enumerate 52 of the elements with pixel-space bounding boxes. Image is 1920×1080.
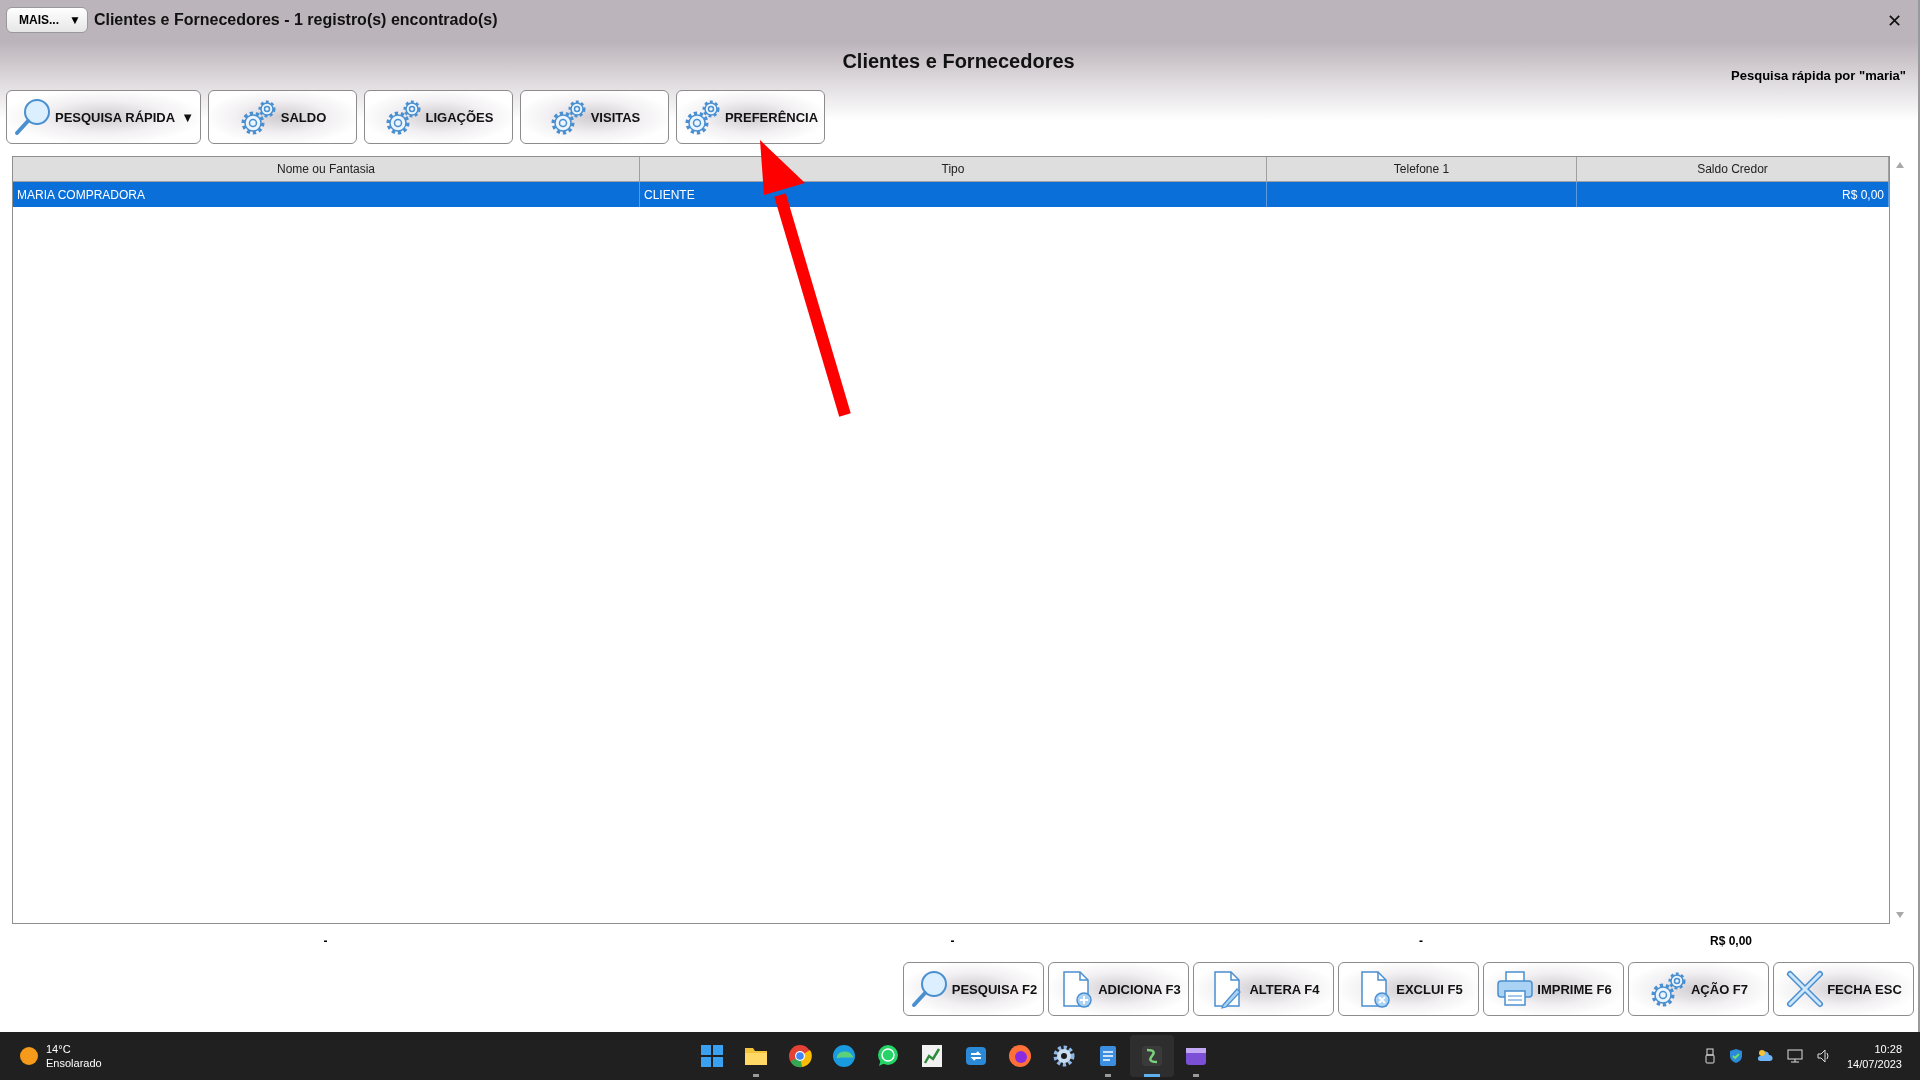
cloud-icon[interactable]	[1756, 1049, 1773, 1063]
browser-icon	[788, 1044, 812, 1068]
table-cell[interactable]: CLIENTE	[640, 182, 1267, 207]
column-header[interactable]: Saldo Credor	[1577, 157, 1889, 182]
search-icon	[13, 97, 53, 137]
windows-start-icon	[700, 1044, 724, 1068]
remote-desktop-icon	[964, 1044, 988, 1068]
column-header[interactable]: Nome ou Fantasia	[13, 157, 640, 182]
table-cell[interactable]: MARIA COMPRADORA	[13, 182, 640, 207]
table-cell[interactable]	[1267, 182, 1577, 207]
clock-time[interactable]: 10:28	[1874, 1042, 1902, 1055]
toolbar-button[interactable]: VISITAS	[520, 90, 669, 144]
table-cell[interactable]: R$ 0,00	[1577, 182, 1889, 207]
action-button[interactable]: AÇÃO F7	[1628, 962, 1769, 1016]
column-total: -	[950, 934, 955, 948]
toolbar-button[interactable]: PREFERÊNCIA	[676, 90, 825, 144]
temperature[interactable]: 14°C	[46, 1043, 102, 1055]
column-total: -	[1419, 934, 1423, 948]
settings-icon	[1052, 1044, 1076, 1068]
action-button[interactable]: ALTERA F4	[1193, 962, 1334, 1016]
sun-icon[interactable]	[20, 1047, 38, 1065]
weather-condition[interactable]: Ensolarado	[46, 1057, 102, 1069]
page-heading: Clientes e Fornecedores	[842, 50, 1075, 73]
toolbar-button[interactable]: LIGAÇÕES	[364, 90, 513, 144]
action-button[interactable]: IMPRIME F6	[1483, 962, 1624, 1016]
column-total: -	[323, 934, 328, 948]
close-button[interactable]: ✕	[1886, 9, 1902, 31]
spreadsheet-icon	[920, 1044, 944, 1068]
shield-icon[interactable]	[1728, 1048, 1743, 1064]
more-menu-button[interactable]: MAIS... ▼	[6, 7, 88, 33]
browser-icon	[832, 1044, 856, 1068]
printer-icon	[1495, 969, 1536, 1009]
column-header[interactable]: Tipo	[640, 157, 1267, 182]
app-icon	[1140, 1044, 1164, 1068]
browser-icon	[1008, 1044, 1032, 1068]
search-summary: Pesquisa rápida por "maria"	[1731, 68, 1906, 83]
window-title: Clientes e Fornecedores - 1 registro(s) encontrado(s)	[93, 11, 498, 29]
usb-icon[interactable]	[1704, 1048, 1715, 1064]
action-button[interactable]: FECHA ESC	[1773, 962, 1914, 1016]
chat-icon	[876, 1044, 900, 1068]
column-header[interactable]: Telefone 1	[1267, 157, 1577, 182]
clock-date[interactable]: 14/07/2023	[1846, 1057, 1902, 1070]
search-icon	[909, 969, 950, 1009]
action-button[interactable]: ADICIONA F3	[1048, 962, 1189, 1016]
quick-search-button[interactable]: PESQUISA RÁPIDA ▼	[6, 90, 201, 144]
toolbar-button[interactable]: SALDO	[208, 90, 357, 144]
taskbar-app-button[interactable]	[1130, 1035, 1174, 1077]
action-button[interactable]: PESQUISA F2	[903, 962, 1044, 1016]
column-total: R$ 0,00	[1710, 934, 1752, 948]
close-icon	[1785, 969, 1826, 1009]
network-icon[interactable]	[1786, 1049, 1803, 1063]
action-button[interactable]: EXCLUI F5	[1338, 962, 1479, 1016]
